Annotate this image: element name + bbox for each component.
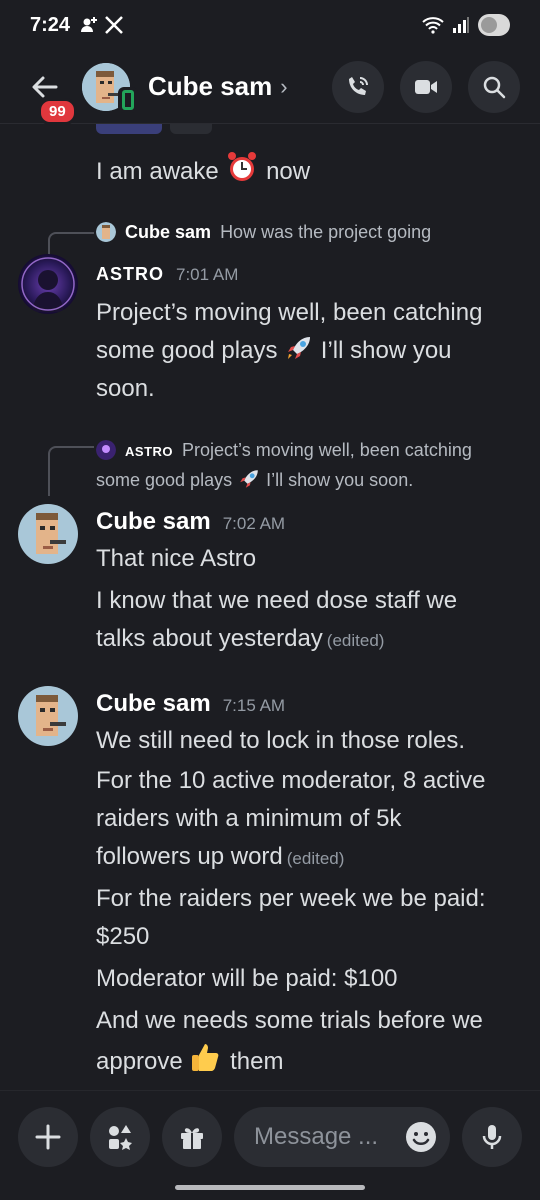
message-text: I am awake <box>96 158 219 185</box>
home-indicator[interactable] <box>175 1185 365 1190</box>
rocket-icon <box>288 337 311 359</box>
message-body[interactable]: We still need to lock in those roles. Fo… <box>96 722 526 1081</box>
message-text: followers up word <box>96 843 283 870</box>
apps-button[interactable] <box>90 1107 150 1167</box>
message-line: soon. <box>96 375 155 402</box>
back-button[interactable]: 99 <box>20 62 77 125</box>
message-line: For the 10 active moderator, 8 active <box>96 767 486 794</box>
apps-icon <box>109 1125 132 1150</box>
message-line: For the raiders per week we be paid: <box>96 885 486 912</box>
call-button[interactable] <box>332 60 384 113</box>
message-continuation[interactable]: I am awake now <box>96 150 526 191</box>
message-input[interactable] <box>254 1123 404 1151</box>
message-header: ASTRO 7:01 AM <box>96 264 238 285</box>
author-name[interactable]: ASTRO <box>96 264 164 285</box>
gift-button[interactable] <box>162 1107 222 1167</box>
author-name[interactable]: Cube sam <box>96 508 211 536</box>
message-header: Cube sam 7:15 AM <box>96 690 285 718</box>
timestamp: 7:01 AM <box>176 265 239 284</box>
edited-tag: (edited) <box>286 849 345 868</box>
pixel-avatar-icon <box>18 686 78 746</box>
alarm-clock-icon <box>228 152 257 181</box>
mobile-status-icon <box>118 86 138 113</box>
add-attachment-button[interactable] <box>18 1107 78 1167</box>
search-button[interactable] <box>468 60 520 113</box>
video-call-button[interactable] <box>400 60 452 113</box>
timestamp: 7:15 AM <box>222 696 286 715</box>
astro-avatar-icon <box>18 254 78 314</box>
person-add-icon <box>81 17 98 32</box>
message-text: I’ll show you <box>320 337 452 364</box>
search-icon <box>483 76 506 98</box>
emoji-icon[interactable] <box>404 1120 438 1154</box>
message-header: Cube sam 7:02 AM <box>96 508 285 536</box>
timestamp: 7:02 AM <box>222 514 286 533</box>
microphone-icon <box>482 1125 502 1149</box>
message-line: $250 <box>96 923 150 950</box>
message-text: now <box>266 158 311 185</box>
avatar[interactable] <box>18 686 78 746</box>
avatar[interactable] <box>18 504 78 564</box>
plus-icon <box>35 1124 61 1150</box>
message-line: Moderator will be paid: $100 <box>96 965 398 992</box>
avatar-mini <box>96 440 116 460</box>
voice-message-button[interactable] <box>462 1107 522 1167</box>
message-line: Project’s moving well, been catching <box>96 299 483 326</box>
message-line: I know that we need dose staff we <box>96 587 458 614</box>
attachment-stub[interactable] <box>96 124 162 134</box>
chevron-right-icon[interactable]: › <box>280 74 287 100</box>
phone-call-icon <box>349 76 368 95</box>
battery-toggle-icon <box>478 14 510 36</box>
message-line: We still need to lock in those roles. <box>96 727 466 754</box>
channel-header: 99 Cube sam › <box>0 50 540 125</box>
unread-badge: 99 <box>38 97 77 125</box>
reply-preview[interactable]: ASTRO Project’s moving well, been catchi… <box>96 436 526 494</box>
reply-text: some good plays <box>96 470 233 490</box>
status-bar: 7:24 <box>0 0 540 50</box>
avatar-mini <box>96 222 116 242</box>
composer-bar <box>0 1090 540 1200</box>
attachment-stub[interactable] <box>170 124 212 134</box>
message-text: approve <box>96 1048 183 1075</box>
message-line: raiders with a minimum of 5k <box>96 805 402 832</box>
thumbs-up-icon <box>192 1044 219 1071</box>
x-logo-icon <box>105 16 123 34</box>
signal-icon <box>453 17 469 33</box>
message-line: That nice Astro <box>96 545 257 572</box>
message-list[interactable]: I am awake now Cube sam How was the proj… <box>0 124 540 1090</box>
reply-connector <box>48 446 94 496</box>
page-title[interactable]: Cube sam <box>148 71 272 102</box>
message-text: them <box>230 1048 284 1075</box>
avatar[interactable] <box>18 254 78 314</box>
author-name[interactable]: Cube sam <box>96 690 211 718</box>
message-text: talks about yesterday <box>96 625 323 652</box>
message-line: And we needs some trials before we <box>96 1007 483 1034</box>
reply-text: Project’s moving well, been catching <box>182 440 472 460</box>
edited-tag: (edited) <box>326 631 385 650</box>
rocket-icon <box>240 470 258 488</box>
video-camera-icon <box>415 79 437 94</box>
gift-icon <box>181 1128 203 1149</box>
avatar[interactable] <box>82 62 138 113</box>
message-body[interactable]: That nice Astro I know that we need dose… <box>96 540 526 660</box>
pixel-avatar-icon <box>18 504 78 564</box>
reply-text: I’ll show you soon. <box>266 470 414 490</box>
wifi-icon <box>422 17 444 34</box>
message-body[interactable]: Project’s moving well, been catching som… <box>96 294 526 408</box>
reply-preview[interactable]: Cube sam How was the project going <box>96 218 431 246</box>
message-input-container[interactable] <box>234 1107 450 1167</box>
status-time: 7:24 <box>30 13 71 36</box>
message-text: some good plays <box>96 337 278 364</box>
reply-author: ASTRO <box>125 444 174 459</box>
reply-text: How was the project going <box>220 222 432 242</box>
reply-author: Cube sam <box>125 222 212 242</box>
